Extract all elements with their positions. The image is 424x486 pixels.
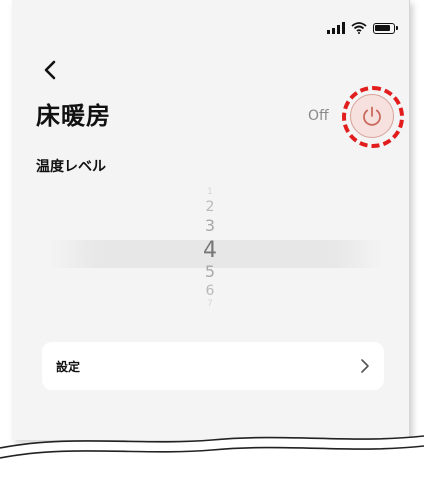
temperature-level-label: 温度レベル: [36, 159, 106, 175]
torn-edge-divider: [0, 435, 424, 486]
settings-row[interactable]: 設定: [42, 342, 384, 390]
wifi-icon: [351, 22, 367, 34]
picker-option[interactable]: 3: [190, 218, 230, 240]
chevron-right-icon: [361, 359, 369, 373]
status-bar: [327, 20, 398, 36]
picker-selected-option[interactable]: 4: [190, 240, 230, 264]
temperature-level-picker[interactable]: 1 2 3 4 5 6 7: [190, 188, 230, 310]
picker-option[interactable]: 6: [190, 284, 230, 300]
settings-label: 設定: [56, 359, 81, 374]
back-button[interactable]: [38, 58, 62, 82]
app-screen: 床暖房 Off 温度レベル 1 2 3 4 5 6 7 設定: [12, 0, 410, 440]
picker-option[interactable]: 7: [190, 300, 230, 310]
page-title: 床暖房: [36, 102, 111, 130]
signal-icon: [327, 22, 345, 34]
highlight-annotation-ring: [342, 86, 404, 148]
chevron-left-icon: [44, 60, 56, 80]
battery-icon: [373, 22, 398, 34]
power-state-label: Off: [308, 108, 329, 124]
picker-option[interactable]: 5: [190, 264, 230, 284]
